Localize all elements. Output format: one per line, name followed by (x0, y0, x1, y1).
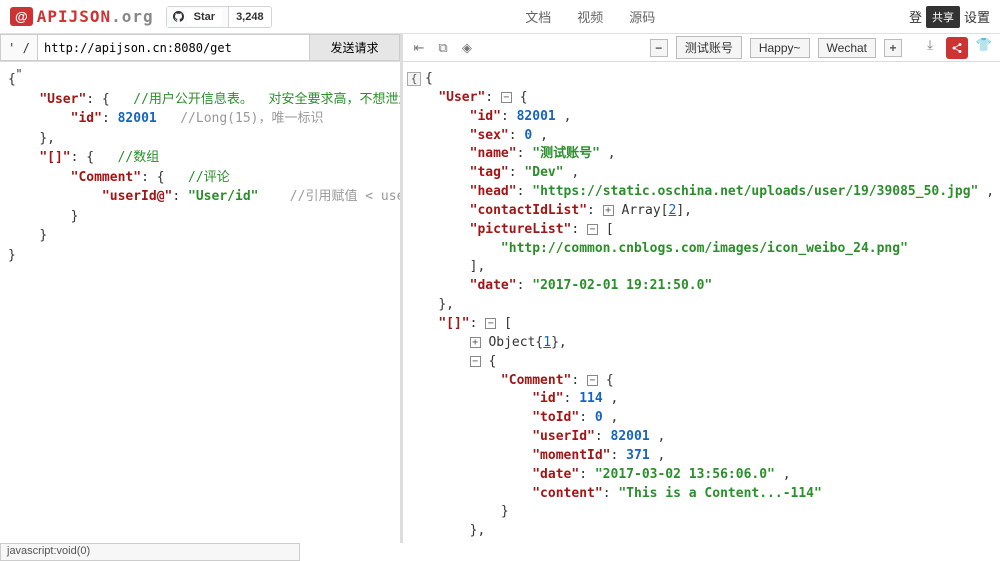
logo[interactable]: APIJSON.org (37, 7, 154, 26)
shirt-icon[interactable]: 👕 (976, 37, 992, 53)
send-button[interactable]: 发送请求 (310, 34, 400, 61)
logo-badge: @ (10, 7, 33, 26)
settings-link[interactable]: 设置 (964, 7, 990, 26)
tab-account[interactable]: 测试账号 (676, 36, 742, 59)
toggle-icon[interactable]: + (603, 205, 614, 216)
nav-video[interactable]: 视频 (577, 7, 603, 26)
download-icon[interactable]: ⤓ (922, 37, 938, 53)
nav-center: 文档 视频 源码 (272, 7, 909, 26)
share-badge[interactable]: 共享 (926, 6, 960, 28)
nav-right: 登 共享 设置 (909, 6, 990, 28)
method-box[interactable]: ' / " (0, 34, 38, 61)
copy-icon[interactable]: ⧉ (435, 40, 451, 56)
url-input[interactable] (38, 34, 310, 61)
toggle-icon[interactable]: − (501, 92, 512, 103)
toggle-icon[interactable]: + (470, 337, 481, 348)
request-editor[interactable]: { "User": { //用户公开信息表。 对安全要求高，不想泄漏真实名称。对… (0, 62, 400, 543)
toggle-icon[interactable]: − (470, 356, 481, 367)
nav-source[interactable]: 源码 (629, 7, 655, 26)
toolbar: ' / " 发送请求 ⇤ ⧉ ◈ − 测试账号 Happy~ Wechat + … (0, 34, 1000, 62)
toggle-icon[interactable]: − (485, 318, 496, 329)
github-star[interactable]: Star 3,248 (166, 6, 272, 28)
main: { "User": { //用户公开信息表。 对安全要求高，不想泄漏真实名称。对… (0, 62, 1000, 543)
remove-tab-button[interactable]: − (650, 39, 668, 57)
tab-wechat[interactable]: Wechat (818, 38, 876, 58)
statusbar: javascript:void(0) (0, 543, 300, 561)
collapse-root-button[interactable]: { (407, 72, 421, 86)
add-tab-button[interactable]: + (884, 39, 902, 57)
share-icon (951, 42, 963, 54)
tab-happy[interactable]: Happy~ (750, 38, 810, 58)
toggle-icon[interactable]: − (587, 375, 598, 386)
header: @ APIJSON.org Star 3,248 文档 视频 源码 登 共享 设… (0, 0, 1000, 34)
login-link[interactable]: 登 (909, 7, 922, 26)
toggle-icon[interactable]: − (587, 224, 598, 235)
share-button[interactable] (946, 37, 968, 59)
collapse-icon[interactable]: ⇤ (411, 40, 427, 56)
layers-icon[interactable]: ◈ (459, 40, 475, 56)
github-icon (173, 11, 184, 22)
star-count: 3,248 (229, 9, 271, 25)
nav-docs[interactable]: 文档 (525, 7, 551, 26)
response-viewer[interactable]: {{ "User": − { "id": 82001 , "sex": 0 , … (400, 62, 1000, 543)
